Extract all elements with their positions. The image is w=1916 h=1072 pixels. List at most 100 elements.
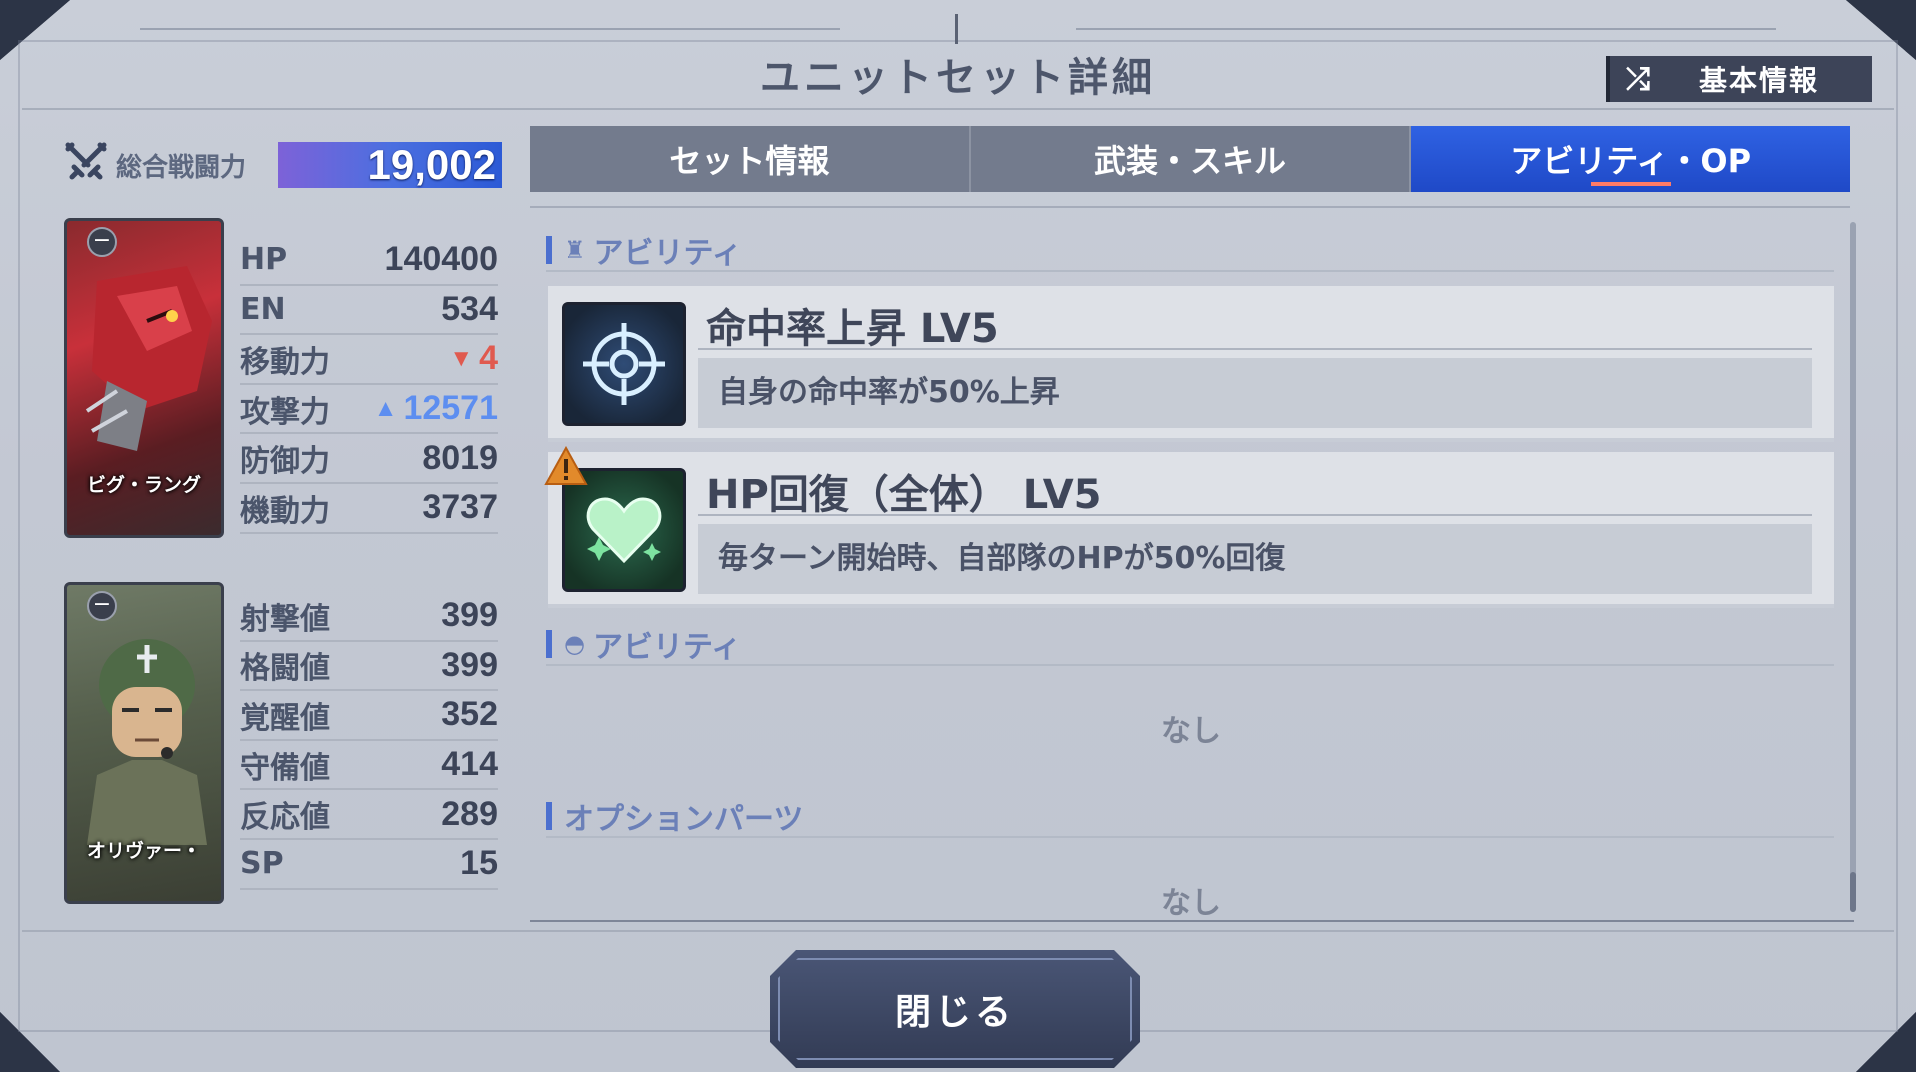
ability-card[interactable]: 命中率上昇 LV5 自身の命中率が50%上昇: [548, 286, 1834, 442]
stat-row-move: 移動力 ▼ 4: [240, 335, 498, 385]
shuffle-icon: ⤮: [1626, 61, 1650, 97]
stat-row-attack: 攻撃力 ▲ 12571: [240, 385, 498, 435]
section-bar: [546, 630, 552, 658]
unit-name: ビグ・ラング: [86, 474, 201, 496]
unit-portrait[interactable]: − ビグ・ラング: [64, 218, 224, 538]
stat-value-text: 12571: [403, 389, 498, 428]
tab-weapons-skills[interactable]: 武装・スキル: [971, 126, 1412, 192]
tab-set-info[interactable]: セット情報: [530, 126, 971, 192]
total-power-label: 総合戦闘力: [116, 152, 247, 183]
section-title: オプションパーツ: [564, 802, 804, 837]
stat-value: 289: [441, 794, 498, 833]
stat-label: 反応値: [240, 800, 330, 836]
section-pilot-ability: ◓ アビリティ: [546, 622, 741, 666]
footer-divider: [22, 930, 1894, 932]
stat-label: 覚醒値: [240, 700, 330, 736]
basic-info-label: 基本情報: [1698, 64, 1819, 97]
stat-value: 8019: [422, 438, 498, 477]
tab-ability-op[interactable]: アビリティ・OP: [1411, 126, 1851, 192]
crosshair-icon: [562, 302, 686, 426]
stat-value: 414: [441, 745, 498, 784]
top-decoration: [140, 14, 1776, 44]
stat-row-sp: SP 15: [240, 840, 498, 890]
stat-value: 399: [441, 596, 498, 635]
stat-label: 機動力: [240, 493, 330, 529]
stat-label: 攻撃力: [240, 394, 330, 430]
stat-row-defense: 防御力 8019: [240, 434, 498, 484]
stat-label: 移動力: [240, 344, 330, 380]
tab-label: セット情報: [669, 142, 830, 180]
stat-value: 534: [441, 289, 498, 328]
ability-name: HP回復（全体） LV5: [706, 472, 1102, 518]
stat-value: 3737: [422, 488, 498, 527]
stat-value: 15: [460, 844, 498, 883]
section-title: アビリティ: [592, 630, 742, 665]
arrow-up-icon: ▲: [373, 394, 398, 422]
section-title: アビリティ: [593, 236, 742, 271]
section-bar: [546, 802, 552, 830]
unit-image: [85, 266, 212, 451]
stat-label: EN: [240, 291, 286, 327]
tab-label: 武装・スキル: [1094, 142, 1287, 180]
ability-description: 毎ターン開始時、自部隊のHPが50%回復: [698, 524, 1812, 594]
section-unit-ability: ♜ アビリティ: [546, 228, 742, 272]
tab-label: アビリティ・OP: [1510, 142, 1752, 180]
stat-label: 守備値: [240, 750, 330, 786]
total-power-value: 19,002: [278, 142, 502, 188]
close-button-label: 閉じる: [894, 992, 1015, 1033]
warning-icon: [544, 446, 588, 485]
tab-bar: セット情報 武装・スキル アビリティ・OP: [530, 126, 1851, 192]
basic-info-button[interactable]: ⤮ 基本情報: [1606, 56, 1872, 102]
ability-card[interactable]: HP回復（全体） LV5 毎ターン開始時、自部隊のHPが50%回復: [548, 452, 1834, 608]
stat-value: 352: [441, 695, 498, 734]
active-tab-indicator: [1590, 182, 1671, 186]
remove-unit-icon[interactable]: −: [87, 227, 117, 257]
section-bar: [546, 236, 552, 264]
stat-value-text: 4: [479, 339, 498, 378]
stat-row-defense: 守備値 414: [240, 741, 498, 791]
stat-label: 防御力: [240, 444, 330, 480]
stat-label: 射撃値: [240, 601, 330, 637]
content-scrollbar[interactable]: [1850, 222, 1856, 912]
content-bottom-divider: [530, 920, 1854, 922]
stat-value: 140400: [384, 240, 498, 279]
stat-row-hp: HP 140400: [240, 236, 498, 286]
stat-label: HP: [240, 242, 288, 278]
stat-value: 399: [441, 645, 498, 684]
crossed-swords-icon: [62, 141, 110, 189]
stat-row-mobility: 機動力 3737: [240, 484, 498, 534]
stat-row-melee: 格闘値 399: [240, 642, 498, 692]
ability-divider: [698, 348, 1812, 350]
ability-name: 命中率上昇 LV5: [706, 306, 999, 352]
stat-row-en: EN 534: [240, 286, 498, 336]
pilot-name: オリヴァー・: [86, 840, 201, 862]
section-divider: [546, 664, 1834, 666]
stat-row-awaken: 覚醒値 352: [240, 691, 498, 741]
section-option-parts: オプションパーツ: [546, 794, 803, 838]
heart-icon: [562, 468, 686, 592]
ability-description: 自身の命中率が50%上昇: [698, 358, 1812, 428]
remove-pilot-icon[interactable]: −: [87, 591, 117, 621]
pilot-stats: 射撃値 399 格闘値 399 覚醒値 352 守備値 414 反応値 289 …: [240, 592, 498, 890]
stat-label: SP: [240, 846, 284, 882]
stat-row-reaction: 反応値 289: [240, 790, 498, 840]
ability-divider: [698, 514, 1812, 516]
header-divider: [22, 108, 1894, 110]
pilot-portrait[interactable]: − オリヴァー・: [64, 582, 224, 904]
total-power: 総合戦闘力 19,002: [62, 140, 502, 190]
empty-state: なし: [1161, 886, 1221, 921]
tabs-divider: [530, 206, 1850, 208]
pilot-helmet-icon: ◓: [564, 630, 585, 658]
empty-state: なし: [1161, 714, 1221, 749]
unit-stats: HP 140400 EN 534 移動力 ▼ 4 攻撃力 ▲ 12571 防御力…: [240, 236, 498, 534]
pilot-image: [87, 639, 207, 845]
stat-value-up: ▲ 12571: [374, 389, 498, 428]
section-divider: [546, 270, 1834, 272]
stat-label: 格闘値: [240, 651, 330, 687]
close-button[interactable]: 閉じる: [770, 950, 1140, 1068]
mobile-suit-icon: ♜: [564, 236, 586, 264]
arrow-down-icon: ▼: [449, 344, 474, 372]
section-divider: [546, 836, 1834, 838]
stat-row-shooting: 射撃値 399: [240, 592, 498, 642]
scrollbar-thumb[interactable]: [1850, 872, 1856, 912]
